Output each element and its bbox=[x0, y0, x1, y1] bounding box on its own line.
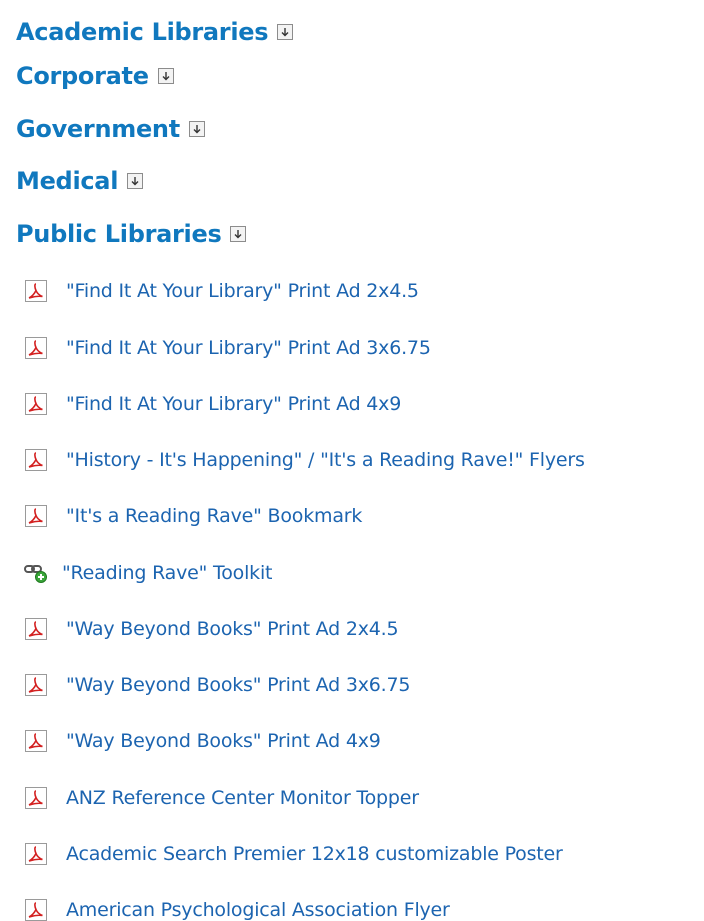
pdf-icon bbox=[24, 786, 48, 810]
list-item-label[interactable]: "Way Beyond Books" Print Ad 3x6.75 bbox=[66, 674, 410, 696]
pdf-icon bbox=[24, 842, 48, 866]
category-public-libraries[interactable]: Public Libraries bbox=[16, 214, 247, 254]
list-item-label[interactable]: American Psychological Association Flyer bbox=[66, 899, 450, 921]
pdf-icon bbox=[24, 392, 48, 416]
category-medical[interactable]: Medical bbox=[16, 161, 144, 201]
list-item[interactable]: "Way Beyond Books" Print Ad 4x9 bbox=[24, 724, 381, 758]
list-item[interactable]: ANZ Reference Center Monitor Topper bbox=[24, 781, 419, 815]
list-item[interactable]: "Reading Rave" Toolkit bbox=[24, 556, 272, 590]
list-item[interactable]: "Way Beyond Books" Print Ad 3x6.75 bbox=[24, 668, 410, 702]
list-item-label[interactable]: Academic Search Premier 12x18 customizab… bbox=[66, 843, 563, 865]
expand-icon[interactable] bbox=[188, 121, 205, 137]
category-academic-libraries[interactable]: Academic Libraries bbox=[16, 12, 294, 52]
pdf-icon bbox=[24, 898, 48, 921]
list-item-label[interactable]: "Find It At Your Library" Print Ad 3x6.7… bbox=[66, 337, 431, 359]
list-item[interactable]: "Find It At Your Library" Print Ad 2x4.5 bbox=[24, 274, 419, 308]
pdf-icon bbox=[24, 729, 48, 753]
category-label[interactable]: Public Libraries bbox=[16, 220, 222, 248]
list-item-label[interactable]: "Find It At Your Library" Print Ad 4x9 bbox=[66, 393, 401, 415]
list-item[interactable]: American Psychological Association Flyer bbox=[24, 893, 450, 921]
list-item[interactable]: "History - It's Happening" / "It's a Rea… bbox=[24, 443, 585, 477]
pdf-icon bbox=[24, 504, 48, 528]
pdf-icon bbox=[24, 448, 48, 472]
list-item-label[interactable]: "Find It At Your Library" Print Ad 2x4.5 bbox=[66, 280, 419, 302]
pdf-icon bbox=[24, 617, 48, 641]
category-label[interactable]: Corporate bbox=[16, 62, 149, 90]
pdf-icon bbox=[24, 336, 48, 360]
expand-icon[interactable] bbox=[230, 226, 247, 242]
list-item-label[interactable]: "Way Beyond Books" Print Ad 2x4.5 bbox=[66, 618, 399, 640]
expand-icon[interactable] bbox=[277, 24, 294, 40]
category-label[interactable]: Medical bbox=[16, 167, 118, 195]
list-item[interactable]: "Way Beyond Books" Print Ad 2x4.5 bbox=[24, 612, 399, 646]
pdf-icon bbox=[24, 673, 48, 697]
expand-icon[interactable] bbox=[127, 173, 144, 189]
category-corporate[interactable]: Corporate bbox=[16, 56, 174, 96]
category-government[interactable]: Government bbox=[16, 109, 205, 149]
list-item[interactable]: Academic Search Premier 12x18 customizab… bbox=[24, 837, 563, 871]
resource-tree: Academic Libraries Corporate Government … bbox=[0, 0, 704, 921]
list-item-label[interactable]: "Reading Rave" Toolkit bbox=[62, 562, 272, 584]
list-item-label[interactable]: "History - It's Happening" / "It's a Rea… bbox=[66, 449, 585, 471]
category-label[interactable]: Government bbox=[16, 115, 180, 143]
link-icon bbox=[24, 561, 48, 585]
list-item[interactable]: "It's a Reading Rave" Bookmark bbox=[24, 499, 362, 533]
list-item-label[interactable]: "It's a Reading Rave" Bookmark bbox=[66, 505, 362, 527]
list-item-label[interactable]: "Way Beyond Books" Print Ad 4x9 bbox=[66, 730, 381, 752]
list-item[interactable]: "Find It At Your Library" Print Ad 4x9 bbox=[24, 387, 401, 421]
list-item[interactable]: "Find It At Your Library" Print Ad 3x6.7… bbox=[24, 331, 431, 365]
pdf-icon bbox=[24, 279, 48, 303]
list-item-label[interactable]: ANZ Reference Center Monitor Topper bbox=[66, 787, 419, 809]
category-label[interactable]: Academic Libraries bbox=[16, 18, 269, 46]
expand-icon[interactable] bbox=[157, 68, 174, 84]
